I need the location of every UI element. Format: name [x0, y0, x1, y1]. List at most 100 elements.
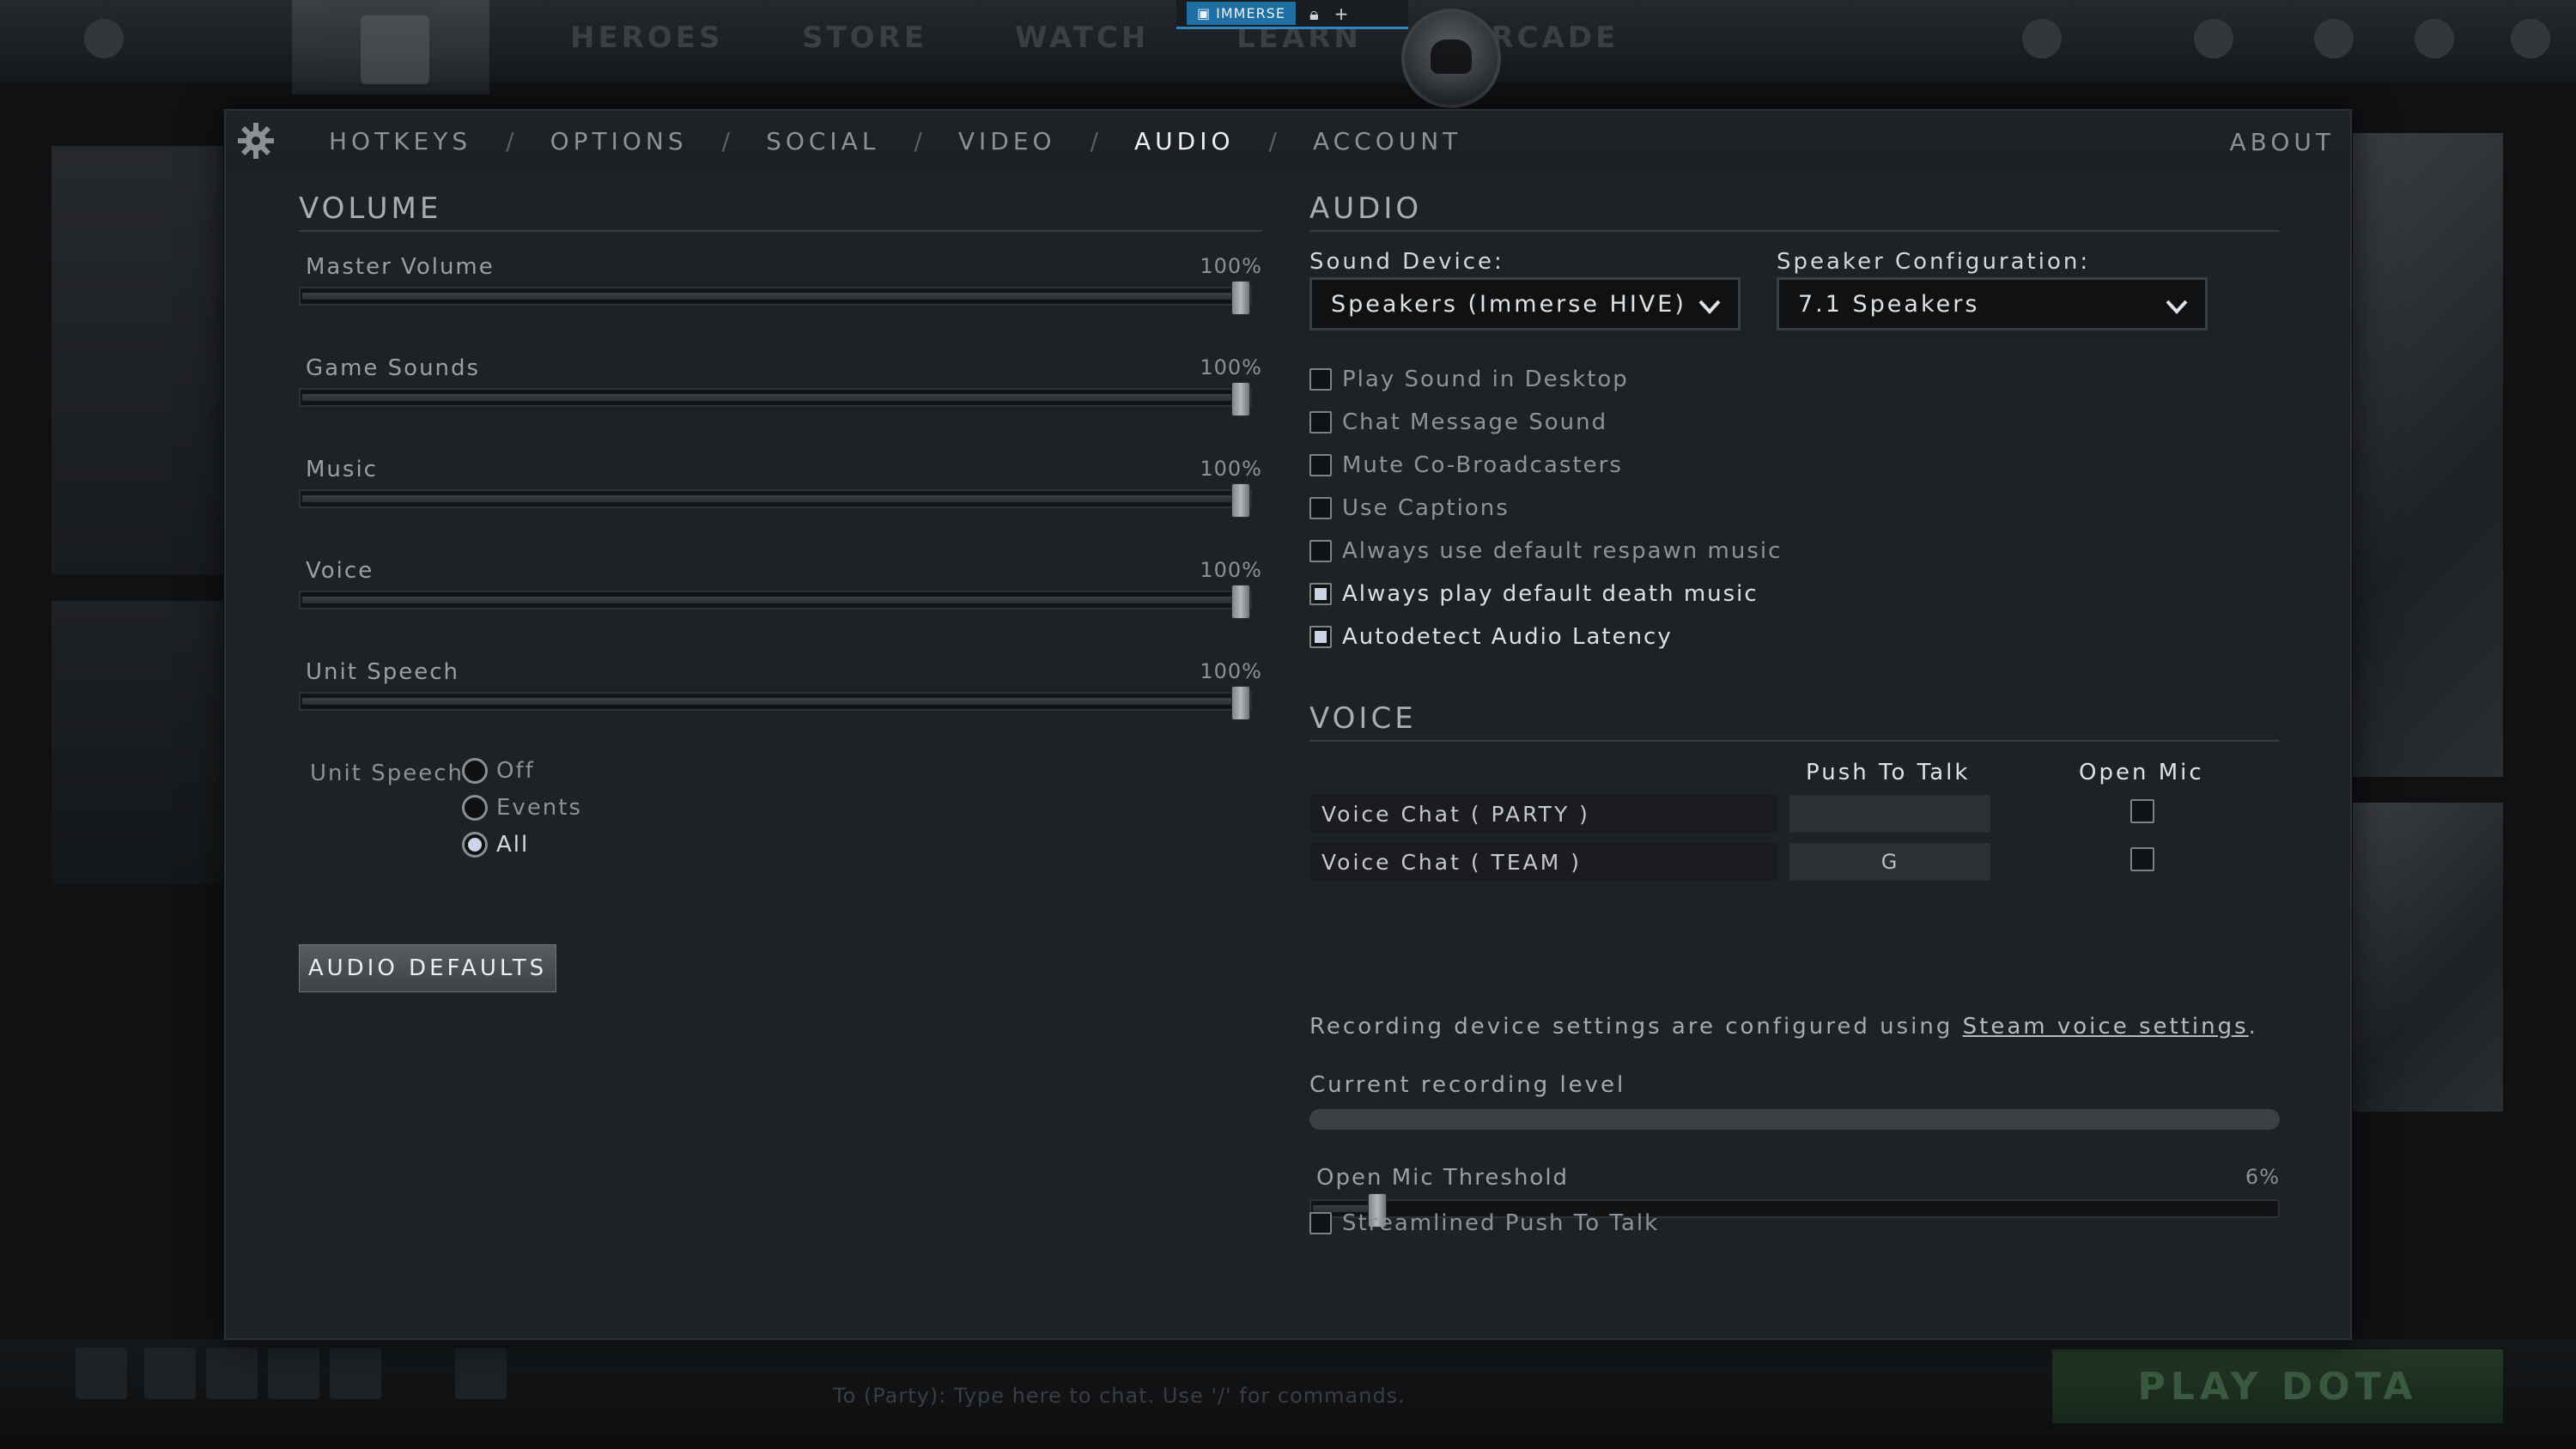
default-respawn-music-checkbox[interactable]: Always use default respawn music: [1309, 538, 1782, 564]
tab-separator: /: [1090, 126, 1101, 155]
overlay-tab-bar: ▣ IMMERSE 🔒︎ +: [1176, 0, 1408, 29]
tab-video[interactable]: VIDEO: [958, 127, 1056, 155]
play-dota-button: PLAY DOTA: [2052, 1349, 2503, 1423]
speaker-config-label: Speaker Configuration:: [1777, 249, 2091, 275]
recording-level-label: Current recording level: [1309, 1072, 1626, 1098]
tab-options[interactable]: OPTIONS: [550, 127, 688, 155]
slider-track[interactable]: [299, 686, 1252, 720]
tab-social[interactable]: SOCIAL: [766, 127, 879, 155]
recording-level-meter: [1309, 1109, 2280, 1130]
chevron-down-icon: [1698, 300, 1721, 314]
checkbox-label: Mute Co-Broadcasters: [1342, 452, 1623, 478]
party-slot-1: [144, 1348, 196, 1399]
checkbox-label: Streamlined Push To Talk: [1342, 1210, 1660, 1236]
gear-icon: [2415, 19, 2454, 58]
play-sound-in-desktop-checkbox[interactable]: Play Sound in Desktop: [1309, 367, 1629, 392]
checkbox-label: Always play default death music: [1342, 581, 1759, 607]
checkbox[interactable]: [1309, 1212, 1332, 1234]
slider-handle[interactable]: [1231, 686, 1250, 720]
radio-button[interactable]: [462, 832, 488, 858]
tab-audio[interactable]: AUDIO: [1134, 127, 1235, 155]
slider-handle[interactable]: [1231, 585, 1250, 619]
party-push-to-talk-key[interactable]: [1789, 795, 1990, 833]
nav-heroes: HEROES: [570, 21, 724, 55]
avatar[interactable]: [1401, 9, 1501, 108]
lock-icon[interactable]: 🔒︎: [1309, 3, 1321, 24]
checkbox[interactable]: [1309, 626, 1332, 648]
slider-fill: [302, 293, 1241, 300]
gear-icon[interactable]: [234, 119, 277, 162]
checkbox[interactable]: [1309, 411, 1332, 433]
tab-hotkeys[interactable]: HOTKEYS: [329, 127, 471, 155]
checkbox[interactable]: [1309, 583, 1332, 605]
use-captions-checkbox[interactable]: Use Captions: [1309, 495, 1510, 521]
autodetect-audio-latency-checkbox[interactable]: Autodetect Audio Latency: [1309, 624, 1673, 650]
party-slot-3: [268, 1348, 319, 1399]
slider-fill: [302, 698, 1241, 705]
sound-device-label: Sound Device:: [1309, 249, 1504, 275]
default-death-music-checkbox[interactable]: Always play default death music: [1309, 581, 1759, 607]
unit-speech-mode-label: Unit Speech: [310, 761, 464, 786]
audio-defaults-button[interactable]: AUDIO DEFAULTS: [299, 944, 556, 992]
slider-value: 6%: [2245, 1165, 2280, 1189]
nav-watch: WATCH: [1015, 21, 1150, 55]
audio-divider: [1309, 230, 2280, 232]
slider-track[interactable]: [299, 281, 1252, 315]
tab-separator: /: [1268, 126, 1279, 155]
checkbox[interactable]: [1309, 368, 1332, 391]
checkbox[interactable]: [1309, 497, 1332, 519]
sound-device-dropdown[interactable]: Speakers (Immerse HIVE): [1309, 277, 1741, 330]
tab-separator: /: [914, 126, 924, 155]
immerse-tab[interactable]: ▣ IMMERSE: [1187, 2, 1296, 25]
slider-fill: [302, 495, 1241, 502]
radio-button[interactable]: [462, 758, 488, 784]
checkbox[interactable]: [1309, 454, 1332, 476]
slider-handle[interactable]: [1231, 382, 1250, 416]
event-card: [2353, 803, 2503, 1112]
chat-message-sound-checkbox[interactable]: Chat Message Sound: [1309, 409, 1607, 435]
chat-hint: To (Party): Type here to chat. Use '/' f…: [833, 1384, 1406, 1408]
slider-handle[interactable]: [1231, 281, 1250, 315]
radio-label: All: [496, 832, 530, 858]
mute-co-broadcasters-checkbox[interactable]: Mute Co-Broadcasters: [1309, 452, 1623, 478]
slider-handle[interactable]: [1231, 483, 1250, 518]
add-tab-icon[interactable]: +: [1334, 3, 1351, 24]
slider-label: Unit Speech: [306, 659, 459, 685]
steam-voice-settings-link[interactable]: Steam voice settings: [1963, 1014, 2249, 1040]
streamlined-push-to-talk-checkbox[interactable]: Streamlined Push To Talk: [1309, 1210, 1659, 1236]
unit-speech-events-radio[interactable]: Events: [462, 795, 582, 821]
slider-label: Game Sounds: [306, 355, 481, 381]
radio-button[interactable]: [462, 795, 488, 821]
party-slot-2: [206, 1348, 258, 1399]
immerse-tab-label: IMMERSE: [1216, 5, 1285, 21]
recording-device-note: Recording device settings are configured…: [1309, 1014, 2258, 1040]
party-open-mic-checkbox[interactable]: [2130, 799, 2154, 823]
slider-track[interactable]: [299, 382, 1252, 416]
slider-track[interactable]: [299, 483, 1252, 518]
settings-panel: HOTKEYS / OPTIONS / SOCIAL / VIDEO / AUD…: [224, 109, 2352, 1340]
slider-value: 100%: [1200, 254, 1262, 278]
tab-about[interactable]: ABOUT: [2229, 128, 2335, 156]
voice-section-title: VOICE: [1309, 701, 1417, 736]
slider-value: 100%: [1200, 355, 1262, 379]
team-open-mic-checkbox[interactable]: [2130, 847, 2154, 871]
party-slot-4: [330, 1348, 381, 1399]
help-slot: [76, 1348, 127, 1399]
unit-speech-off-radio[interactable]: Off: [462, 758, 535, 784]
slider-fill: [302, 597, 1241, 603]
note-text: Recording device settings are configured…: [1309, 1014, 1963, 1040]
volume-divider: [299, 230, 1262, 232]
chevron-down-icon: [2166, 300, 2188, 314]
speaker-config-dropdown[interactable]: 7.1 Speakers: [1777, 277, 2208, 330]
slider-track[interactable]: [299, 585, 1252, 619]
slider-label: Open Mic Threshold: [1316, 1165, 1570, 1191]
unit-speech-all-radio[interactable]: All: [462, 832, 529, 858]
speaker-config-value: 7.1 Speakers: [1798, 290, 1980, 318]
slider-label: Master Volume: [306, 254, 495, 280]
team-push-to-talk-key[interactable]: G: [1789, 843, 1990, 881]
open-mic-header: Open Mic: [2079, 760, 2204, 785]
checkbox[interactable]: [1309, 540, 1332, 562]
friends-panel: [52, 601, 223, 884]
tab-account[interactable]: ACCOUNT: [1313, 127, 1461, 155]
tab-separator: /: [721, 126, 732, 155]
